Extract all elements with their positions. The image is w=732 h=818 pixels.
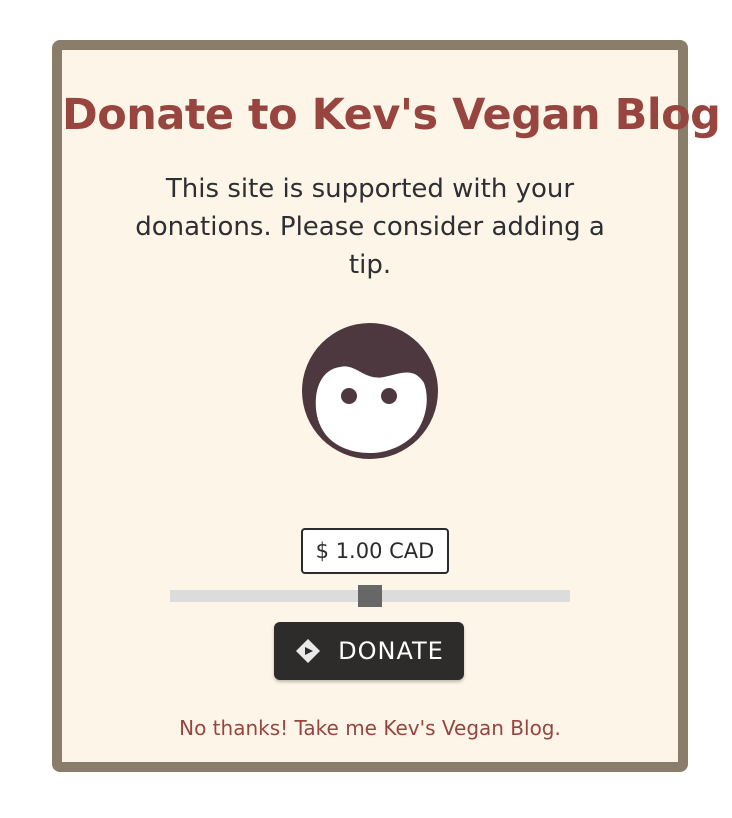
face-icon	[302, 323, 438, 459]
kofi-diamond-icon	[296, 639, 321, 663]
modal-title: Donate to Kev's Vegan Blog	[62, 90, 721, 140]
donate-button-label: DONATE	[338, 637, 444, 665]
donate-button[interactable]: DONATE	[274, 622, 464, 680]
slider-thumb[interactable]	[358, 585, 382, 607]
amount-slider[interactable]	[170, 585, 570, 607]
amount-display[interactable]: $ 1.00 CAD	[301, 528, 449, 574]
modal-description: This site is supported with your donatio…	[135, 174, 605, 280]
no-thanks-link[interactable]: No thanks! Take me Kev's Vegan Blog.	[62, 716, 678, 740]
donation-modal: Donate to Kev's Vegan Blog This site is …	[52, 40, 721, 772]
